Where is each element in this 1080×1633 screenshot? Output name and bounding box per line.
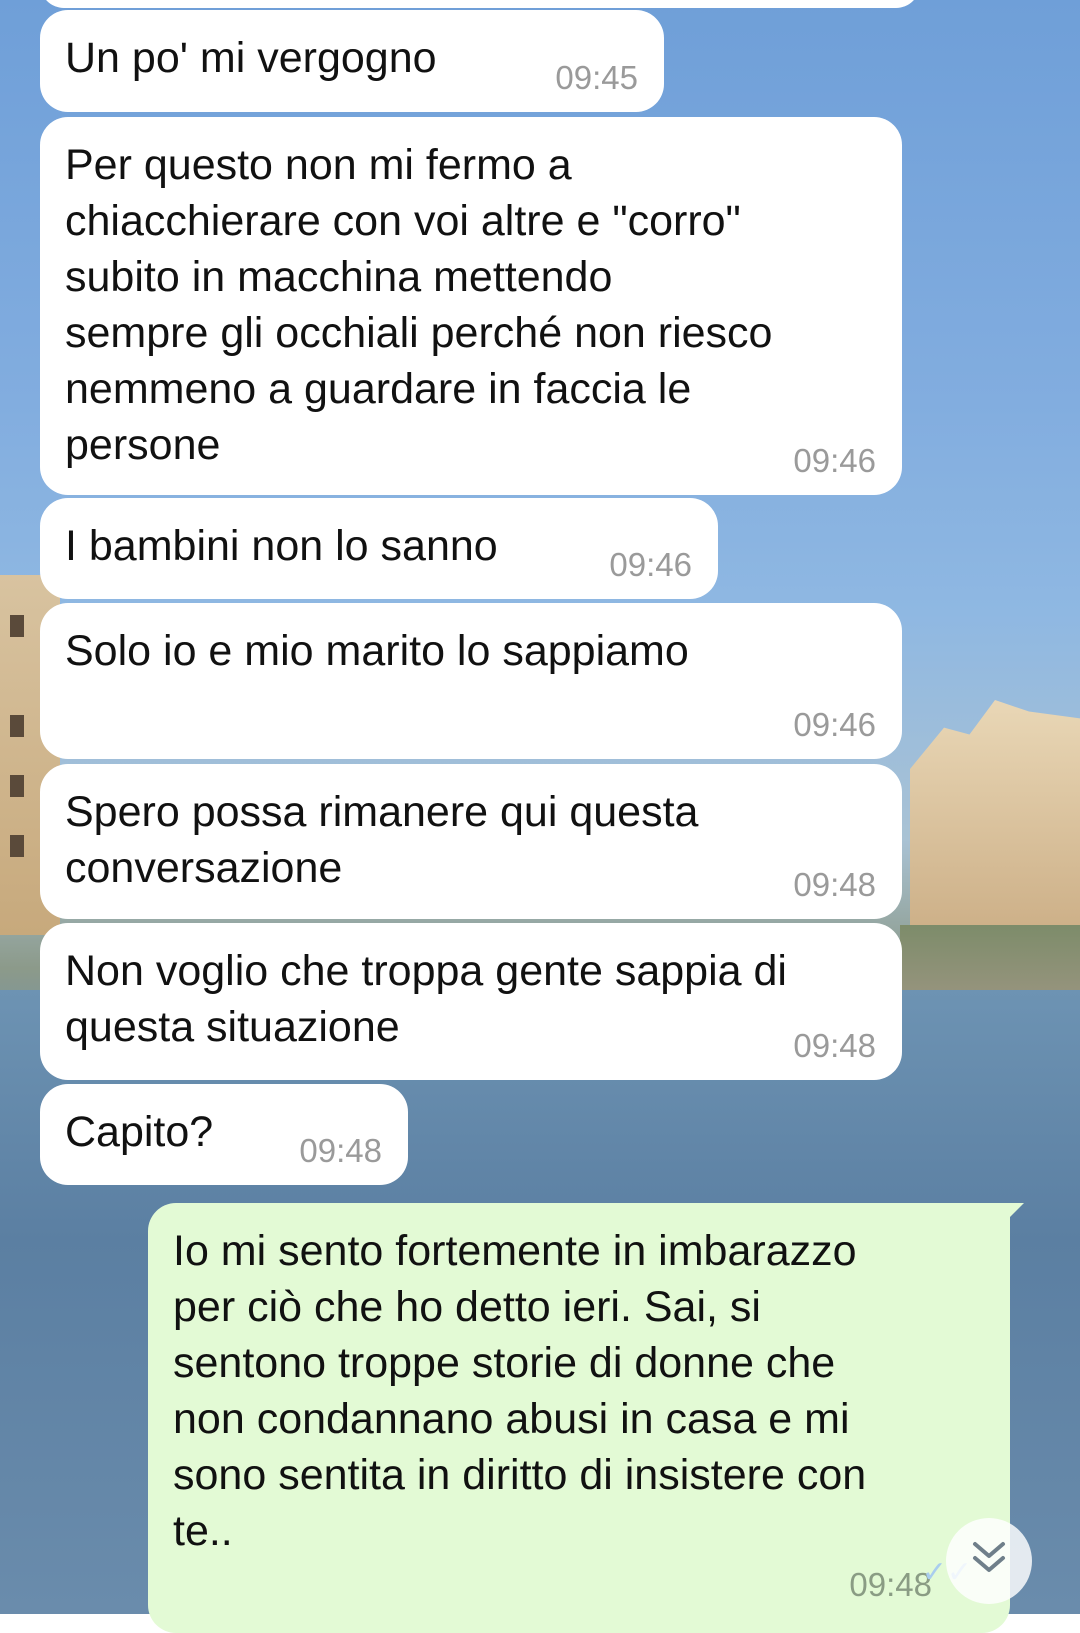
message-bubble[interactable]: Per questo non mi fermo a chiacchierare …: [40, 117, 902, 495]
message-text: Non voglio che troppa gente sappia di qu…: [65, 947, 787, 1051]
message-bubble[interactable]: I bambini non lo sanno 09:46: [40, 498, 718, 599]
message-time: 09:45: [555, 59, 638, 96]
message-text: Spero possa rimanere qui questa conversa…: [65, 788, 699, 892]
message-time: 09:48: [793, 1027, 876, 1064]
message-time: 09:48: [849, 1566, 932, 1603]
message-bubble[interactable]: Solo io e mio marito lo sappiamo 09:46: [40, 603, 902, 759]
sent-message-bubble[interactable]: Io mi sento fortemente in imbarazzo per …: [148, 1203, 1024, 1633]
message-bubble[interactable]: Spero possa rimanere qui questa conversa…: [40, 764, 902, 919]
message-text: Per questo non mi fermo a chiacchierare …: [65, 141, 773, 469]
message-text: Solo io e mio marito lo sappiamo: [65, 627, 689, 675]
message-time: 09:48: [793, 866, 876, 903]
chevron-double-down-icon: [967, 1536, 1011, 1587]
message-time: 09:48: [299, 1132, 382, 1169]
scroll-to-bottom-button[interactable]: [946, 1518, 1032, 1604]
message-bubble[interactable]: Un po' mi vergogno 09:45: [40, 10, 664, 112]
message-text: Un po' mi vergogno: [65, 34, 437, 82]
message-bubble[interactable]: Capito? 09:48: [40, 1084, 408, 1185]
bubble-tail: [994, 1203, 1024, 1233]
previous-message-bubble[interactable]: [40, 0, 920, 8]
message-text: Io mi sento fortemente in imbarazzo per …: [173, 1227, 867, 1555]
wallpaper-building-right: [910, 700, 1080, 930]
message-time: 09:46: [793, 706, 876, 743]
message-time: 09:46: [793, 442, 876, 479]
message-time: 09:46: [609, 546, 692, 583]
message-bubble[interactable]: Non voglio che troppa gente sappia di qu…: [40, 923, 902, 1080]
message-text: I bambini non lo sanno: [65, 522, 498, 570]
